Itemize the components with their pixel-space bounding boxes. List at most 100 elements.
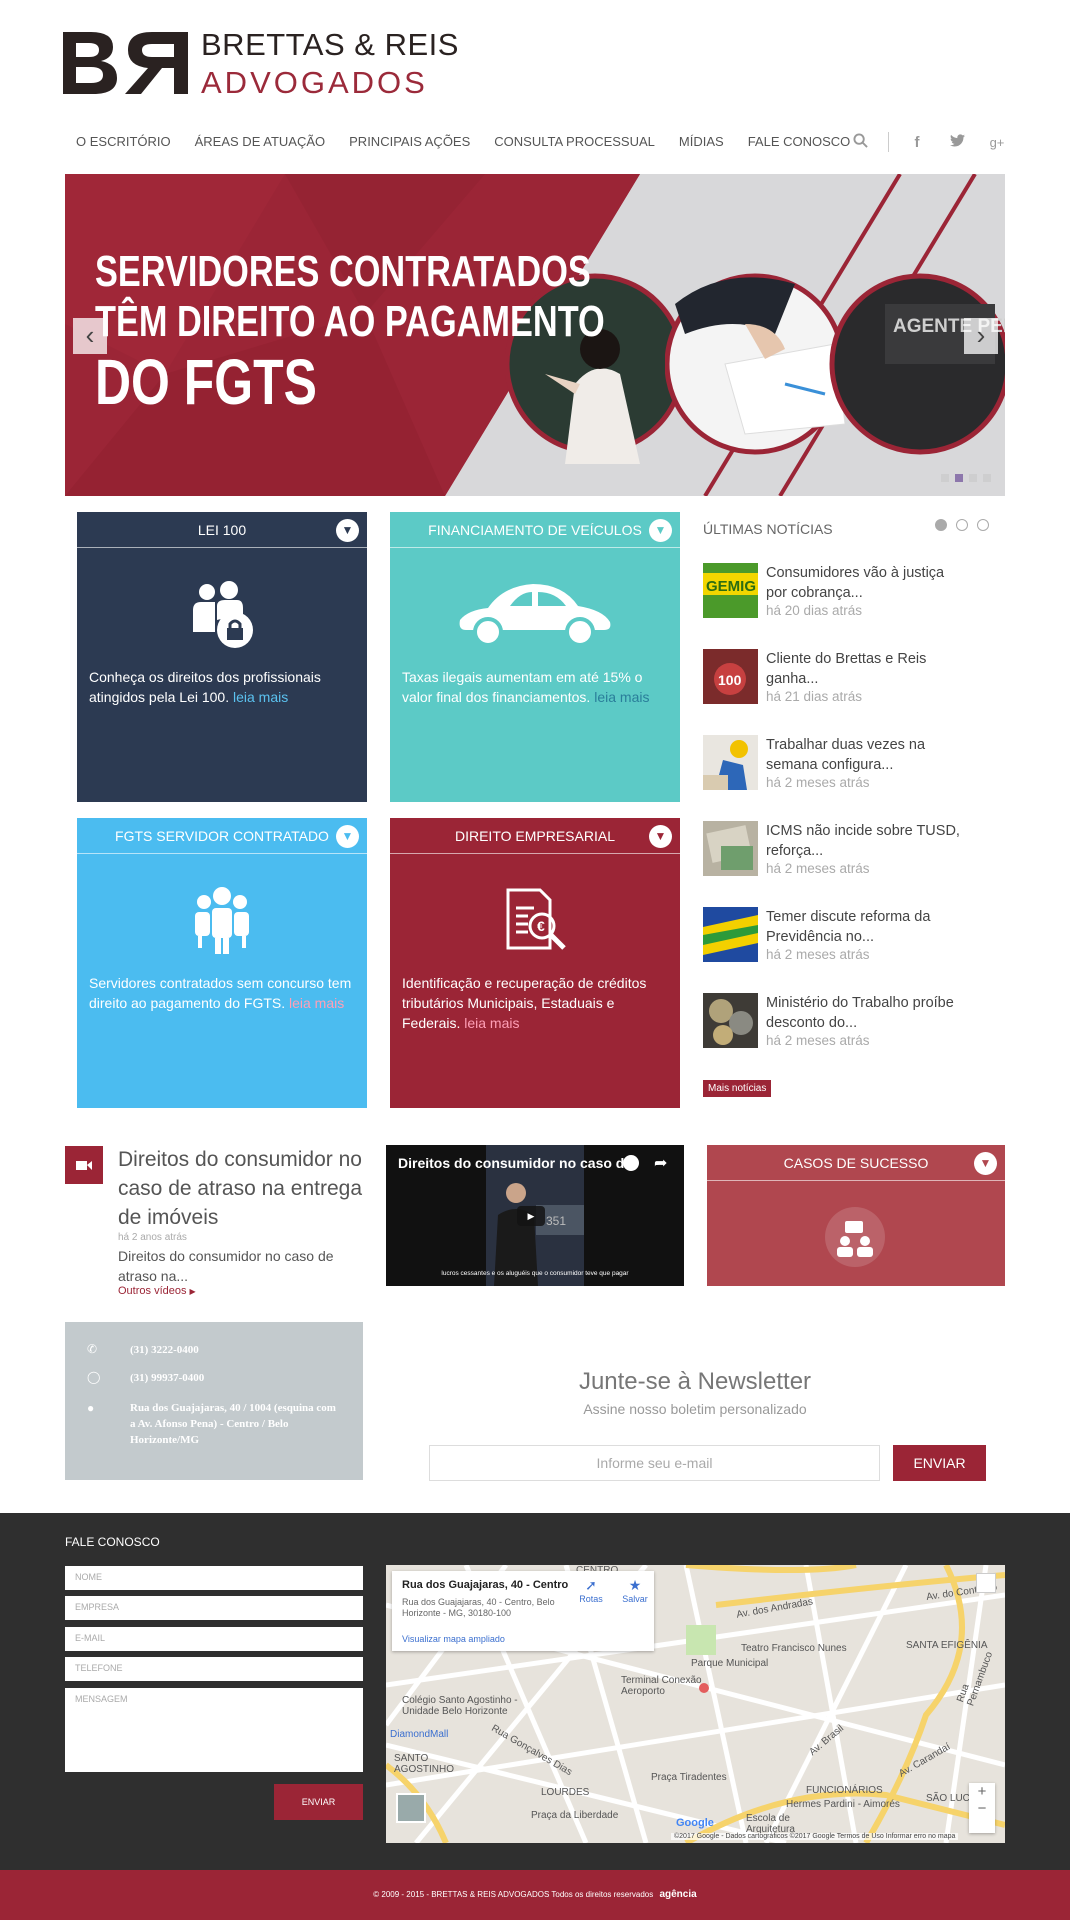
map[interactable]: Teatro Francisco Nunes Parque Municipal … [386,1565,1005,1843]
company-field[interactable]: EMPRESA [65,1596,363,1620]
video-caption: lucros cessantes e os aluguéis que o con… [441,1270,629,1277]
slider-dot[interactable] [969,474,977,482]
pager-dot-active[interactable] [935,519,947,531]
google-plus-icon[interactable]: g+ [977,135,1017,150]
zoom-out-button[interactable]: − [969,1800,995,1817]
slider-dot[interactable] [941,474,949,482]
phone-field[interactable]: TELEFONE [65,1657,363,1681]
contact-send-button[interactable]: ENVIAR [274,1784,363,1820]
map-attribution[interactable]: ©2017 Google - Dados cartográficos ©2017… [671,1833,959,1840]
news-headline[interactable]: Trabalhar duas vezes na semana configura… [766,735,966,775]
news-item[interactable]: Temer discute reforma da Previdência no.… [703,907,963,967]
star-icon: ★ [628,1577,642,1593]
read-more-link[interactable]: leia mais [289,995,344,1011]
chevron-down-icon[interactable]: ▼ [336,825,359,848]
message-field[interactable]: MENSAGEM [65,1688,363,1772]
satellite-toggle-icon[interactable] [396,1793,426,1823]
document-search-icon: € [390,886,680,960]
news-headline[interactable]: ICMS não incide sobre TUSD, reforça... [766,821,966,861]
news-item[interactable]: Ministério do Trabalho proíbe desconto d… [703,993,963,1053]
main-nav: O ESCRITÓRIO ÁREAS DE ATUAÇÃO PRINCIPAIS… [76,134,874,154]
news-headline[interactable]: Temer discute reforma da Previdência no.… [766,907,966,947]
brand-subtitle: ADVOGADOS [201,65,428,100]
video-player[interactable]: 351 Direitos do consumidor no caso d... … [386,1145,684,1286]
svg-text:€: € [537,918,545,934]
video-date: há 2 anos atrás [118,1232,187,1243]
news-time: há 2 meses atrás [766,775,870,790]
pager-dot[interactable] [977,519,989,531]
watch-later-icon[interactable] [623,1155,639,1171]
chevron-down-icon[interactable]: ▼ [649,519,672,542]
nav-item-fale-conosco[interactable]: FALE CONOSCO [748,134,851,154]
newsletter-submit-button[interactable]: ENVIAR [893,1445,986,1481]
nav-item-areas[interactable]: ÁREAS DE ATUAÇÃO [195,134,326,154]
twitter-icon[interactable] [937,133,977,151]
search-icon[interactable] [840,132,880,152]
video-title[interactable]: Direitos do consumidor no caso de atraso… [118,1145,368,1232]
news-headline[interactable]: Ministério do Trabalho proíbe desconto d… [766,993,966,1033]
map-label: FUNCIONÁRIOS [806,1785,883,1796]
map-info-card: Rua dos Guajajaras, 40 - Centro Rua dos … [392,1571,654,1651]
nav-item-acoes[interactable]: PRINCIPAIS AÇÕES [349,134,470,154]
email-field[interactable]: E-MAIL [65,1627,363,1651]
chevron-down-icon[interactable]: ▼ [649,825,672,848]
nav-item-escritorio[interactable]: O ESCRITÓRIO [76,134,171,154]
newsletter-subtitle: Assine nosso boletim personalizado [583,1401,807,1417]
pager-dot[interactable] [956,519,968,531]
name-field[interactable]: NOME [65,1566,363,1590]
more-videos-link[interactable]: Outros vídeos ▶ [118,1285,196,1297]
newsletter-email-input[interactable]: Informe seu e-mail [429,1445,880,1481]
card-title: FGTS SERVIDOR CONTRATADO [115,828,329,844]
video-player-title[interactable]: Direitos do consumidor no caso d... [398,1155,636,1171]
map-label: Parque Municipal [691,1658,769,1669]
read-more-link[interactable]: leia mais [464,1015,519,1031]
map-label: Colégio Santo Agostinho - Unidade Belo H… [402,1695,518,1717]
slider-dot-active[interactable] [955,474,963,482]
read-more-link[interactable]: leia mais [233,689,288,705]
map-save-button[interactable]: ★ Salvar [618,1577,652,1604]
card-fgts[interactable]: FGTS SERVIDOR CONTRATADO ▼ Servidores con… [77,818,367,1108]
whatsapp-number[interactable]: (31) 99937-0400 [130,1370,204,1386]
news-item[interactable]: 100 Cliente do Brettas e Reis ganha... h… [703,649,963,709]
map-larger-link[interactable]: Visualizar mapa ampliado [402,1634,505,1644]
share-icon[interactable]: ➦ [654,1153,667,1173]
chevron-down-icon[interactable]: ▼ [336,519,359,542]
nav-divider [888,132,889,152]
google-logo: Google [676,1817,714,1829]
card-description: Identificação e recuperação de créditos … [402,975,647,1031]
card-lei-100[interactable]: LEI 100 ▼ Conheça os direitos dos profiss… [77,512,367,802]
copyright-bar: © 2009 - 2015 - BRETTAS & REIS ADVOGADOS… [0,1870,1070,1920]
news-item[interactable]: GEMIG Consumidores vão à justiça por cob… [703,563,963,623]
map-directions-button[interactable]: ➚ Rotas [574,1577,608,1604]
nav-item-midias[interactable]: MÍDIAS [679,134,724,154]
news-item[interactable]: Trabalhar duas vezes na semana configura… [703,735,963,795]
copyright-text: © 2009 - 2015 - BRETTAS & REIS ADVOGADOS… [373,1890,654,1899]
contact-info-box: ✆ (31) 3222-0400 ◯ (31) 99937-0400 ● Rua… [65,1322,363,1480]
chevron-down-icon[interactable]: ▼ [974,1152,997,1175]
news-headline[interactable]: Cliente do Brettas e Reis ganha... [766,649,966,689]
card-title: FINANCIAMENTO DE VEÍCULOS [428,522,642,538]
play-button[interactable]: ▶ [517,1206,545,1226]
facebook-icon[interactable]: f [897,134,937,151]
map-directions-label: Rotas [579,1594,603,1604]
card-direito-empresarial[interactable]: DIREITO EMPRESARIAL ▼ € Identificação e r… [390,818,680,1108]
nav-item-consulta[interactable]: CONSULTA PROCESSUAL [494,134,655,154]
more-videos-label: Outros vídeos [118,1285,187,1297]
more-news-button[interactable]: Mais notícias [703,1080,772,1097]
news-item[interactable]: ICMS não incide sobre TUSD, reforça... h… [703,821,963,881]
slider-next-button[interactable]: › [964,318,998,354]
zoom-in-button[interactable]: + [969,1783,995,1800]
brand-name: BRETTAS & REIS [201,27,459,62]
read-more-link[interactable]: leia mais [594,689,649,705]
phone-icon: ✆ [87,1342,98,1356]
casos-sucesso-card[interactable]: CASOS DE SUCESSO ▼ [707,1145,1005,1286]
card-header: FINANCIAMENTO DE VEÍCULOS ▼ [390,512,680,548]
phone-number[interactable]: (31) 3222-0400 [130,1342,199,1358]
agency-logo[interactable]: agência [659,1889,696,1900]
slider-prev-button[interactable]: ‹ [73,318,107,354]
news-headline[interactable]: Consumidores vão à justiça por cobrança.… [766,563,966,603]
card-financiamento[interactable]: FINANCIAMENTO DE VEÍCULOS ▼ Taxas ilegais… [390,512,680,802]
slider-dot[interactable] [983,474,991,482]
card-title: CASOS DE SUCESSO [783,1155,929,1171]
fullscreen-icon[interactable] [976,1573,996,1593]
